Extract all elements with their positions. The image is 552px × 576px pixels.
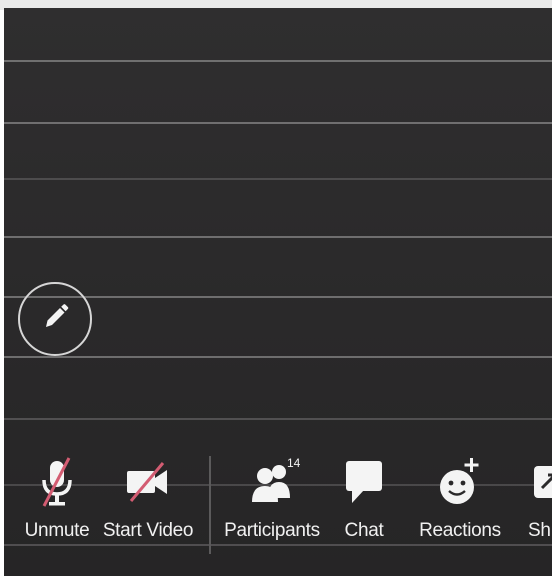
start-video-button[interactable]: Start Video: [100, 454, 196, 556]
speech-bubble-icon: [334, 454, 394, 510]
chat-label: Chat: [344, 520, 384, 541]
scan-line: [4, 356, 552, 358]
pencil-icon: [38, 300, 72, 339]
reactions-button[interactable]: Reactions: [412, 454, 508, 556]
smiley-plus-icon: [430, 454, 490, 510]
scan-line: [4, 122, 552, 124]
microphone-muted-icon: [27, 454, 87, 510]
scan-line: [4, 296, 552, 298]
scan-line: [4, 60, 552, 62]
scan-line: [4, 418, 552, 420]
chat-button[interactable]: Chat: [336, 454, 392, 556]
unmute-label: Unmute: [24, 520, 90, 541]
video-camera-off-icon: [118, 454, 178, 510]
participants-label: Participants: [224, 520, 320, 541]
start-video-label: Start Video: [102, 520, 194, 541]
share-button[interactable]: Sh: [528, 454, 552, 556]
people-icon: 14: [242, 454, 302, 510]
scan-line: [4, 236, 552, 238]
participants-count-badge: 14: [287, 456, 301, 470]
toolbar-divider: [209, 456, 211, 554]
share-label: Sh: [528, 520, 551, 541]
share-screen-icon: [528, 454, 552, 510]
participants-button[interactable]: 14 Participants: [224, 454, 320, 556]
reactions-label: Reactions: [419, 520, 501, 541]
annotate-button[interactable]: [18, 282, 92, 356]
meeting-screen: Unmute Start Video 14 Participants Chat …: [0, 0, 552, 576]
meeting-toolbar: Unmute Start Video 14 Participants Chat …: [4, 440, 552, 576]
scan-line: [4, 178, 552, 180]
unmute-button[interactable]: Unmute: [18, 454, 96, 556]
